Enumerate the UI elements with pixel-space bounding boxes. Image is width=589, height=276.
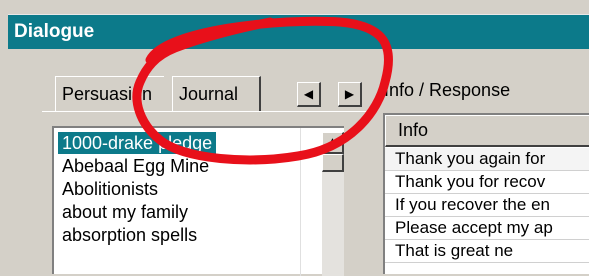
list-item-label: Abebaal Egg Mine: [62, 156, 210, 176]
dialogue-window: Dialogue Persuasion Journal ◀ ▶ Info / R…: [0, 0, 589, 276]
topic-list[interactable]: 1000-drake pledge Abebaal Egg Mine Aboli…: [52, 126, 344, 276]
tab-journal-label: Journal: [179, 84, 239, 104]
info-response-label: Info / Response: [384, 80, 511, 100]
response-row[interactable]: Thank you again for: [385, 148, 589, 171]
title-bar: Dialogue: [8, 14, 589, 49]
list-item[interactable]: absorption spells: [58, 224, 201, 246]
response-row[interactable]: Thank you for recov: [385, 171, 589, 194]
tab-divider: [42, 111, 367, 112]
response-column-header[interactable]: Info: [385, 115, 589, 147]
list-item[interactable]: 1000-drake pledge: [58, 132, 217, 154]
tab-scroll-right-button[interactable]: ▶: [338, 82, 362, 107]
list-item[interactable]: Abebaal Egg Mine: [58, 155, 213, 177]
scroll-up-icon: ▲: [327, 136, 338, 147]
tab-persuasion-label: Persuasion: [62, 84, 153, 104]
arrow-left-icon: ◀: [303, 87, 314, 101]
tab-scroll-left-button[interactable]: ◀: [297, 82, 321, 107]
response-row[interactable]: Please accept my ap: [385, 217, 589, 240]
response-header-label: Info: [398, 120, 429, 140]
scrollbar-thumb[interactable]: [322, 154, 344, 172]
response-row[interactable]: That is great ne: [385, 240, 589, 263]
scroll-up-button[interactable]: ▲: [322, 132, 344, 154]
list-item-label: absorption spells: [62, 225, 198, 245]
tab-journal[interactable]: Journal: [172, 76, 261, 112]
tab-persuasion[interactable]: Persuasion: [55, 76, 164, 112]
list-item-label: 1000-drake pledge: [62, 133, 213, 153]
list-item[interactable]: Abolitionists: [58, 178, 162, 200]
arrow-right-icon: ▶: [344, 87, 355, 101]
response-list[interactable]: Info Thank you again for Thank you for r…: [383, 113, 589, 274]
list-item-label: Abolitionists: [62, 179, 159, 199]
window-title: Dialogue: [14, 21, 95, 42]
response-row[interactable]: If you recover the en: [385, 194, 589, 217]
list-divider: [300, 128, 301, 276]
scrollbar-track[interactable]: [322, 154, 344, 276]
list-item[interactable]: about my family: [58, 201, 192, 223]
list-item-label: about my family: [62, 202, 189, 222]
